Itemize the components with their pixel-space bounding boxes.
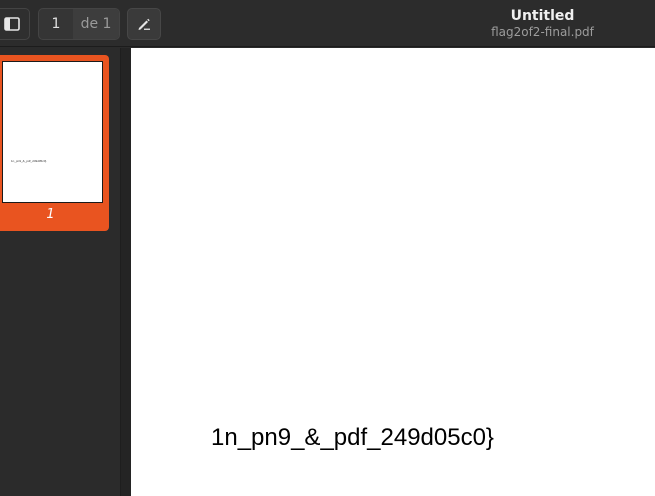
page-current-input[interactable]: 1 [39, 9, 73, 39]
annotate-button[interactable] [127, 8, 161, 40]
page-number-entry[interactable]: 1 de 1 [38, 8, 120, 40]
thumbnail-sidebar: 1n_pn9_&_pdf_249d05c0} 1 [0, 48, 120, 496]
document-page[interactable]: 1n_pn9_&_pdf_249d05c0} [131, 48, 655, 496]
thumbnail-page-label: 1 [46, 207, 55, 222]
header-bar: 1 de 1 Untitled flag2of2-final.pdf [0, 0, 655, 47]
window-title: Untitled [510, 8, 575, 24]
document-text: 1n_pn9_&_pdf_249d05c0} [211, 424, 494, 451]
sidebar-icon [4, 17, 20, 31]
sidebar-pane-separator[interactable] [120, 48, 131, 496]
document-viewer-window: 1 de 1 Untitled flag2of2-final.pdf 1n_pn… [0, 0, 655, 496]
thumbnail-page-preview: 1n_pn9_&_pdf_249d05c0} [2, 61, 103, 203]
window-subtitle: flag2of2-final.pdf [491, 25, 594, 39]
thumbnail-preview-text: 1n_pn9_&_pdf_249d05c0} [11, 159, 47, 163]
sidebar-toggle-button[interactable] [0, 8, 30, 40]
thumbnail-item[interactable]: 1n_pn9_&_pdf_249d05c0} 1 [0, 55, 109, 231]
window-title-block: Untitled flag2of2-final.pdf [430, 8, 655, 40]
pen-annotate-icon [138, 18, 150, 30]
page-total-label: de 1 [73, 9, 119, 39]
